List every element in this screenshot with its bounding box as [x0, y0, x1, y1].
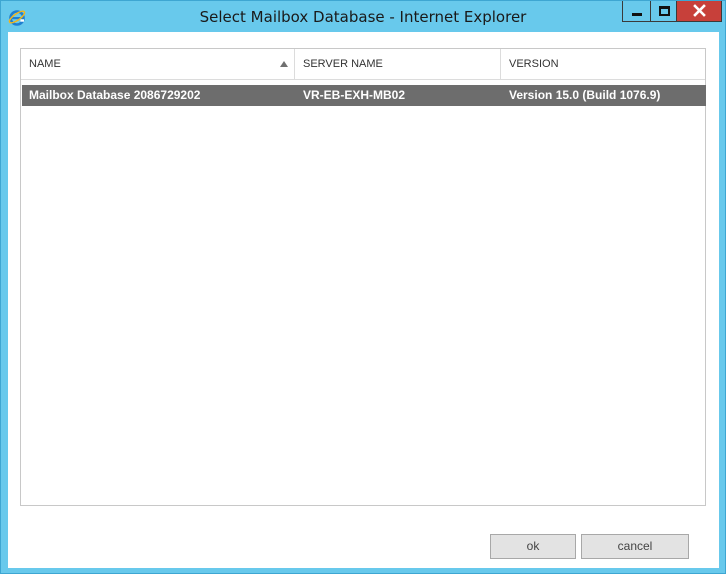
- column-header-label: VERSION: [509, 58, 559, 70]
- minimize-button[interactable]: [622, 1, 650, 22]
- close-button[interactable]: [677, 1, 722, 22]
- ok-button[interactable]: ok: [490, 534, 576, 559]
- column-header-label: NAME: [29, 58, 61, 70]
- minimize-icon: [632, 13, 642, 16]
- close-icon: [693, 4, 706, 17]
- column-header-server-name[interactable]: SERVER NAME: [295, 49, 501, 79]
- list-header: NAME SERVER NAME VERSION: [21, 49, 705, 80]
- window-title: Select Mailbox Database - Internet Explo…: [199, 8, 527, 26]
- maximize-icon: [659, 6, 670, 16]
- mailbox-database-list[interactable]: NAME SERVER NAME VERSION Mailbox Databas…: [20, 48, 706, 506]
- maximize-button[interactable]: [650, 1, 677, 22]
- internet-explorer-icon: [7, 7, 27, 27]
- sort-ascending-icon: [280, 61, 288, 67]
- table-row[interactable]: Mailbox Database 2086729202 VR-EB-EXH-MB…: [22, 85, 706, 106]
- cell-database-name: Mailbox Database 2086729202: [29, 88, 201, 102]
- column-header-name[interactable]: NAME: [21, 49, 295, 79]
- cell-version: Version 15.0 (Build 1076.9): [509, 88, 661, 102]
- title-bar[interactable]: Select Mailbox Database - Internet Explo…: [1, 1, 725, 32]
- browser-dialog-window: Select Mailbox Database - Internet Explo…: [0, 0, 726, 574]
- column-header-version[interactable]: VERSION: [501, 49, 705, 79]
- cancel-button[interactable]: cancel: [581, 534, 689, 559]
- column-header-label: SERVER NAME: [303, 58, 383, 70]
- cell-server-name: VR-EB-EXH-MB02: [303, 88, 406, 102]
- dialog-content: NAME SERVER NAME VERSION Mailbox Databas…: [8, 32, 719, 568]
